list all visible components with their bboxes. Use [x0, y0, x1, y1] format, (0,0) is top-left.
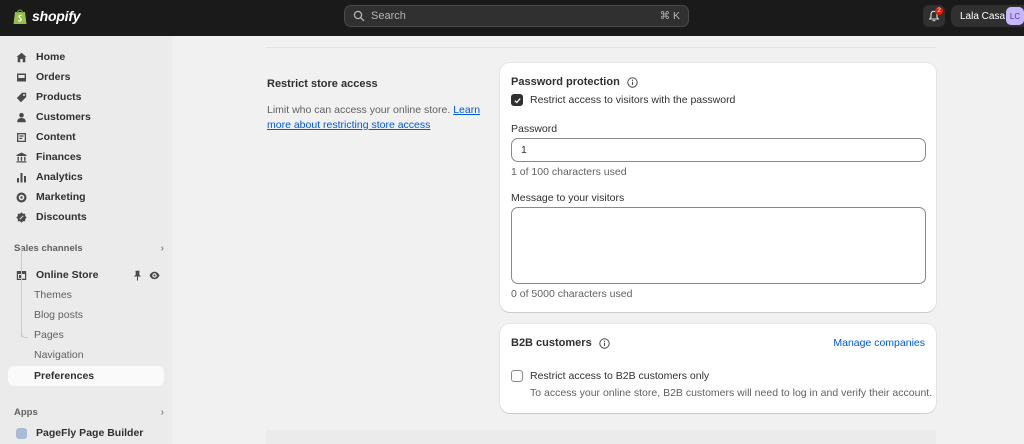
sidebar-item-analytics[interactable]: Analytics	[8, 167, 164, 187]
top-bar: shopify Search ⌘ K 2 Lala Casa LC	[0, 0, 1024, 36]
shopify-bag-icon	[13, 9, 27, 24]
sidebar-item-discounts[interactable]: Discounts	[8, 207, 164, 227]
password-char-count: 1 of 100 characters used	[511, 166, 627, 178]
chevron-right-icon: ›	[160, 243, 164, 254]
products-icon	[16, 92, 27, 102]
home-icon	[16, 52, 27, 62]
eye-icon[interactable]	[149, 270, 160, 281]
sidebar-subitem-themes[interactable]: Themes	[8, 285, 164, 305]
checkmark-icon	[513, 97, 521, 103]
apps-header[interactable]: Apps ›	[14, 407, 164, 418]
avatar: LC	[1006, 7, 1024, 25]
info-icon[interactable]	[627, 76, 638, 88]
password-protection-title: Password protection	[511, 76, 638, 88]
notification-badge: 2	[935, 7, 943, 15]
chevron-right-icon: ›	[160, 407, 164, 418]
finances-icon	[16, 152, 27, 162]
password-label: Password	[511, 123, 558, 135]
restrict-password-checkbox[interactable]	[511, 94, 523, 106]
sidebar-item-products[interactable]: Products	[8, 87, 164, 107]
store-name: Lala Casa	[960, 10, 1006, 22]
sidebar-item-label: Orders	[36, 71, 71, 83]
marketing-icon	[16, 192, 27, 202]
sidebar-item-content[interactable]: Content	[8, 127, 164, 147]
sidebar-subitem-preferences[interactable]: Preferences	[8, 366, 164, 386]
sidebar-item-label: Marketing	[36, 191, 86, 203]
sidebar-item-label: Content	[36, 131, 76, 143]
section-divider	[266, 47, 936, 48]
sidebar-item-label: Finances	[36, 151, 82, 163]
discounts-icon	[16, 211, 27, 223]
sidebar-subitem-pages[interactable]: Pages	[8, 325, 164, 345]
sidebar-subitem-blog-posts[interactable]: Blog posts	[8, 305, 164, 325]
sidebar-item-label: Analytics	[36, 171, 83, 183]
pagefly-app-icon	[16, 427, 27, 439]
message-textarea[interactable]	[511, 207, 926, 284]
sidebar-item-pagefly[interactable]: PageFly Page Builder	[8, 423, 164, 443]
customers-icon	[17, 112, 26, 122]
search-input[interactable]: Search ⌘ K	[344, 5, 689, 27]
sidebar-item-label: Home	[36, 51, 66, 63]
password-protection-card: Password protection Restrict access to v…	[500, 63, 936, 312]
orders-icon	[17, 73, 26, 81]
b2b-customers-card: B2B customers Manage companies Restrict …	[500, 324, 936, 413]
next-section-edge	[266, 430, 936, 444]
brand-name: shopify	[32, 8, 81, 24]
sidebar-item-customers[interactable]: Customers	[8, 107, 164, 127]
sidebar-item-label: Customers	[36, 111, 91, 123]
restrict-b2b-checkbox[interactable]	[511, 370, 523, 382]
sidebar-item-label: Products	[36, 91, 82, 103]
apps-title: Apps	[14, 407, 38, 418]
sidebar-item-label: Discounts	[36, 211, 87, 223]
restrict-password-label: Restrict access to visitors with the pas…	[530, 94, 736, 106]
sales-channels-title: Sales channels	[14, 243, 83, 254]
b2b-customers-title: B2B customers	[511, 337, 610, 349]
restrict-b2b-help: To access your online store, B2B custome…	[530, 387, 933, 399]
sales-channels-header[interactable]: Sales channels ›	[14, 243, 164, 254]
shopify-logo[interactable]: shopify	[12, 7, 81, 25]
section-description: Limit who can access your online store. …	[267, 104, 481, 131]
analytics-icon	[17, 172, 26, 182]
password-input[interactable]: 1	[511, 138, 926, 162]
content-icon	[17, 132, 26, 142]
sidebar-item-home[interactable]: Home	[8, 47, 164, 67]
sidebar-subitem-navigation[interactable]: Navigation	[8, 345, 164, 365]
sidebar-item-online-store[interactable]: Online Store	[8, 265, 164, 285]
message-char-count: 0 of 5000 characters used	[511, 288, 633, 300]
sidebar-item-finances[interactable]: Finances	[8, 147, 164, 167]
search-icon	[353, 10, 365, 22]
pin-icon[interactable]	[132, 270, 143, 281]
sidebar-item-marketing[interactable]: Marketing	[8, 187, 164, 207]
sidebar-item-label: PageFly Page Builder	[36, 427, 144, 439]
account-menu[interactable]: Lala Casa LC	[951, 5, 1024, 27]
sidebar-item-label: Online Store	[36, 269, 99, 281]
message-label: Message to your visitors	[511, 192, 625, 204]
section-title: Restrict store access	[267, 78, 378, 90]
notifications-button[interactable]: 2	[923, 5, 945, 27]
search-shortcut: ⌘ K	[659, 10, 680, 22]
sidebar-item-orders[interactable]: Orders	[8, 67, 164, 87]
info-icon[interactable]	[599, 337, 610, 349]
search-placeholder: Search	[371, 10, 406, 22]
manage-companies-link[interactable]: Manage companies	[833, 337, 925, 349]
restrict-b2b-label: Restrict access to B2B customers only	[530, 370, 710, 382]
